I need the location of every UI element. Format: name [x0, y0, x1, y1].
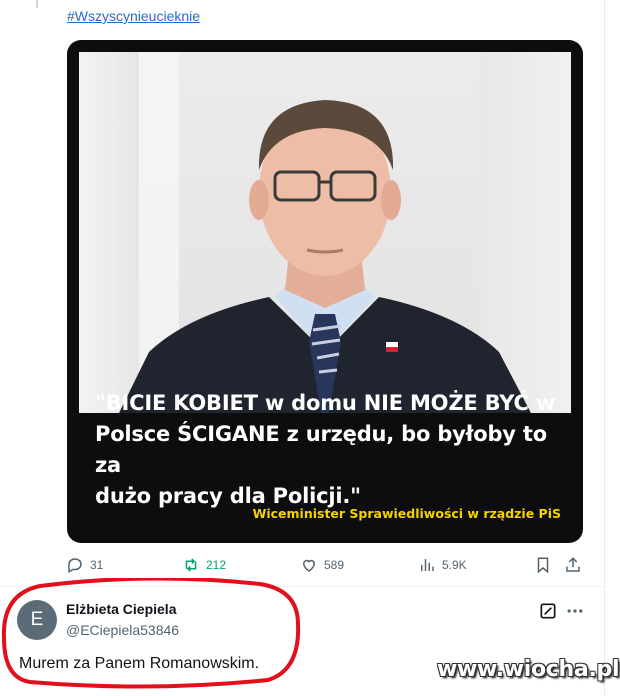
reply-author-name[interactable]: Elżbieta Ciepiela: [66, 601, 176, 617]
avatar[interactable]: E: [17, 600, 57, 640]
bookmark-button[interactable]: [534, 556, 552, 574]
quote-line: "BICIE KOBIET w domu NIE MOŻE BYĆ w: [95, 391, 556, 415]
hashtag-link[interactable]: #Wszyscynieucieknie: [67, 8, 200, 24]
thread-line: [36, 0, 38, 8]
grok-icon[interactable]: [538, 601, 558, 621]
quote-line: Polsce ŚCIGANE z urzędu, bo byłoby to za: [95, 422, 547, 477]
share-button[interactable]: [564, 556, 582, 574]
timeline-border: [604, 0, 605, 696]
reply-text: Murem za Panem Romanowskim.: [19, 655, 260, 672]
bookmark-icon: [537, 557, 549, 574]
watermark: www.wiocha.pl: [437, 657, 620, 682]
heart-icon: [302, 559, 316, 572]
divider: [0, 586, 604, 587]
views-count: 5.9K: [442, 558, 467, 572]
analytics-icon: [421, 559, 434, 571]
like-count: 589: [324, 558, 345, 572]
repost-icon: [185, 558, 197, 572]
repost-count: 212: [206, 558, 227, 572]
share-icon: [566, 557, 580, 572]
photo: [79, 52, 571, 413]
quote-text: "BICIE KOBIET w domu NIE MOŻE BYĆ w Pols…: [95, 388, 565, 512]
more-options-icon[interactable]: [565, 601, 585, 621]
post-actions: 31 212 589 5.9K: [64, 556, 594, 576]
like-button[interactable]: 589: [300, 556, 344, 574]
repost-button[interactable]: 212: [182, 556, 226, 574]
portrait-illustration: [119, 100, 531, 413]
quote-attribution: Wiceminister Sprawiedliwości w rządzie P…: [252, 506, 561, 521]
post-image[interactable]: "BICIE KOBIET w domu NIE MOŻE BYĆ w Pols…: [67, 40, 583, 543]
reply-count: 31: [90, 558, 104, 572]
reply-author-handle[interactable]: @ECiepiela53846: [66, 622, 179, 638]
reply-icon: [68, 558, 82, 574]
reply-button[interactable]: 31: [66, 556, 103, 574]
views-button[interactable]: 5.9K: [418, 556, 467, 574]
